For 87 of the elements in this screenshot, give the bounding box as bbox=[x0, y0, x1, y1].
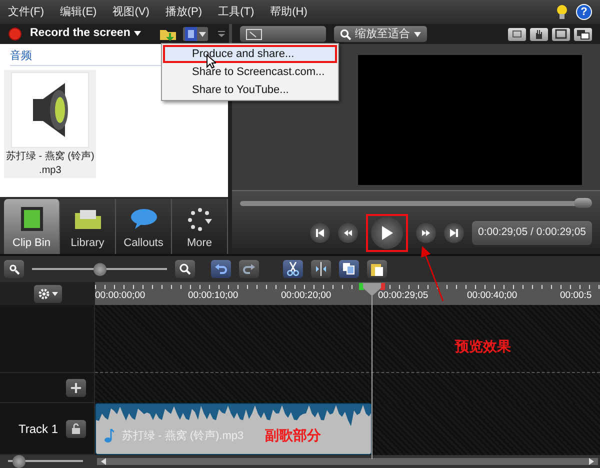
lightbulb-icon[interactable] bbox=[556, 4, 568, 20]
split-button[interactable] bbox=[311, 260, 331, 278]
caret-icon bbox=[218, 31, 225, 37]
redo-button[interactable] bbox=[239, 260, 259, 278]
redo-icon bbox=[243, 263, 255, 275]
plus-icon bbox=[71, 382, 81, 392]
fast-forward-button[interactable] bbox=[416, 223, 436, 243]
menu-item[interactable]: Share to Screencast.com... bbox=[163, 63, 337, 81]
ruler-label: 00:00:40;00 bbox=[467, 289, 518, 303]
zoom-out-button[interactable] bbox=[4, 260, 24, 278]
track-name: Track 1 bbox=[18, 420, 58, 438]
ruler-label: 00:00:10;00 bbox=[188, 289, 240, 303]
clipboard-icon bbox=[371, 262, 383, 276]
add-track-button[interactable] bbox=[66, 378, 86, 396]
search-icon bbox=[340, 28, 351, 40]
zoom-handle[interactable] bbox=[93, 262, 106, 276]
copy-button[interactable] bbox=[339, 260, 359, 278]
folder-icon bbox=[158, 27, 177, 41]
panel-tab[interactable]: Clip Bin bbox=[4, 199, 60, 254]
menu-item[interactable]: 播放(P) bbox=[157, 4, 210, 20]
rewind-icon bbox=[342, 228, 353, 238]
section-label: 音频 bbox=[10, 50, 32, 62]
undo-button[interactable] bbox=[211, 260, 231, 278]
search-icon bbox=[179, 263, 191, 275]
skip-back-icon bbox=[314, 228, 325, 238]
skip-forward-button[interactable] bbox=[444, 223, 464, 243]
caret-icon bbox=[198, 32, 206, 36]
seek-handle[interactable] bbox=[574, 198, 592, 208]
menu-item[interactable]: 编辑(E) bbox=[52, 4, 105, 20]
view-button[interactable] bbox=[240, 26, 326, 42]
record-icon[interactable] bbox=[8, 27, 22, 41]
crop-button[interactable] bbox=[508, 28, 526, 40]
detach-button[interactable] bbox=[574, 28, 592, 40]
zoom-in-button[interactable] bbox=[175, 260, 195, 278]
clip-label: 苏打绿 - 燕窝 (铃声) .mp3 bbox=[6, 150, 94, 178]
menu-item[interactable]: 帮助(H) bbox=[262, 4, 316, 20]
music-note-icon bbox=[104, 429, 114, 444]
track-options-button[interactable] bbox=[34, 284, 62, 302]
speech-bubble-icon bbox=[128, 206, 158, 230]
paste-button[interactable] bbox=[367, 260, 387, 278]
time-display: 0:00:29;05 / 0:00:29;05 bbox=[472, 221, 592, 245]
detach-icon bbox=[575, 28, 591, 40]
ruler-label: 00:00:20;00 bbox=[281, 289, 332, 303]
caret-icon bbox=[52, 292, 58, 296]
panel-tab[interactable]: Library bbox=[60, 199, 116, 254]
help-button[interactable]: ? bbox=[576, 4, 592, 20]
gear-icon bbox=[38, 288, 50, 300]
horizontal-scrollbar[interactable] bbox=[97, 458, 598, 465]
customize-button[interactable] bbox=[216, 31, 227, 37]
fit-screen-button[interactable] bbox=[552, 28, 570, 40]
film-icon bbox=[184, 27, 197, 41]
undo-icon bbox=[215, 263, 227, 275]
ruler-label: 00:00:5 bbox=[560, 289, 593, 303]
search-icon bbox=[8, 263, 20, 275]
clip-thumbnail[interactable]: 苏打绿 - 燕窝 (铃声) .mp3 bbox=[4, 70, 96, 178]
lock-button[interactable] bbox=[66, 420, 86, 438]
play-button[interactable] bbox=[370, 217, 403, 249]
menu-item[interactable]: Produce and share... bbox=[163, 45, 337, 63]
zoom-dropdown[interactable]: 缩放至适合 bbox=[334, 26, 427, 42]
scissors-icon bbox=[287, 262, 299, 276]
menu-item[interactable]: Share to YouTube... bbox=[163, 81, 337, 99]
skip-forward-icon bbox=[448, 228, 459, 238]
produce-button[interactable] bbox=[182, 27, 208, 41]
cut-button[interactable] bbox=[283, 260, 303, 278]
ruler-label: 00:00:00;00 bbox=[95, 289, 146, 303]
panel-tab[interactable]: Callouts bbox=[116, 199, 172, 254]
image-icon bbox=[246, 28, 262, 40]
fast-forward-icon bbox=[420, 228, 431, 238]
scroll-left-icon bbox=[101, 458, 106, 465]
menu-item[interactable]: 工具(T) bbox=[210, 4, 262, 20]
play-icon bbox=[380, 226, 394, 240]
menu-item[interactable]: 视图(V) bbox=[104, 4, 158, 20]
caret-icon bbox=[134, 30, 141, 36]
lock-icon bbox=[71, 423, 81, 434]
annotation-label: 副歌部分 bbox=[265, 426, 321, 445]
caret-icon bbox=[414, 32, 421, 36]
menu-item[interactable]: 文件(F) bbox=[0, 4, 52, 20]
hand-button[interactable] bbox=[530, 28, 548, 40]
scroll-right-icon bbox=[589, 458, 594, 465]
annotation-label: 预览效果 bbox=[455, 337, 511, 356]
rewind-button[interactable] bbox=[338, 223, 358, 243]
copy-icon bbox=[343, 263, 355, 275]
skip-back-button[interactable] bbox=[310, 223, 330, 243]
panel-tab[interactable]: More bbox=[172, 199, 228, 254]
fit-screen-icon bbox=[553, 28, 569, 40]
split-icon bbox=[315, 262, 327, 276]
record-button[interactable]: Record the screen bbox=[26, 25, 145, 43]
